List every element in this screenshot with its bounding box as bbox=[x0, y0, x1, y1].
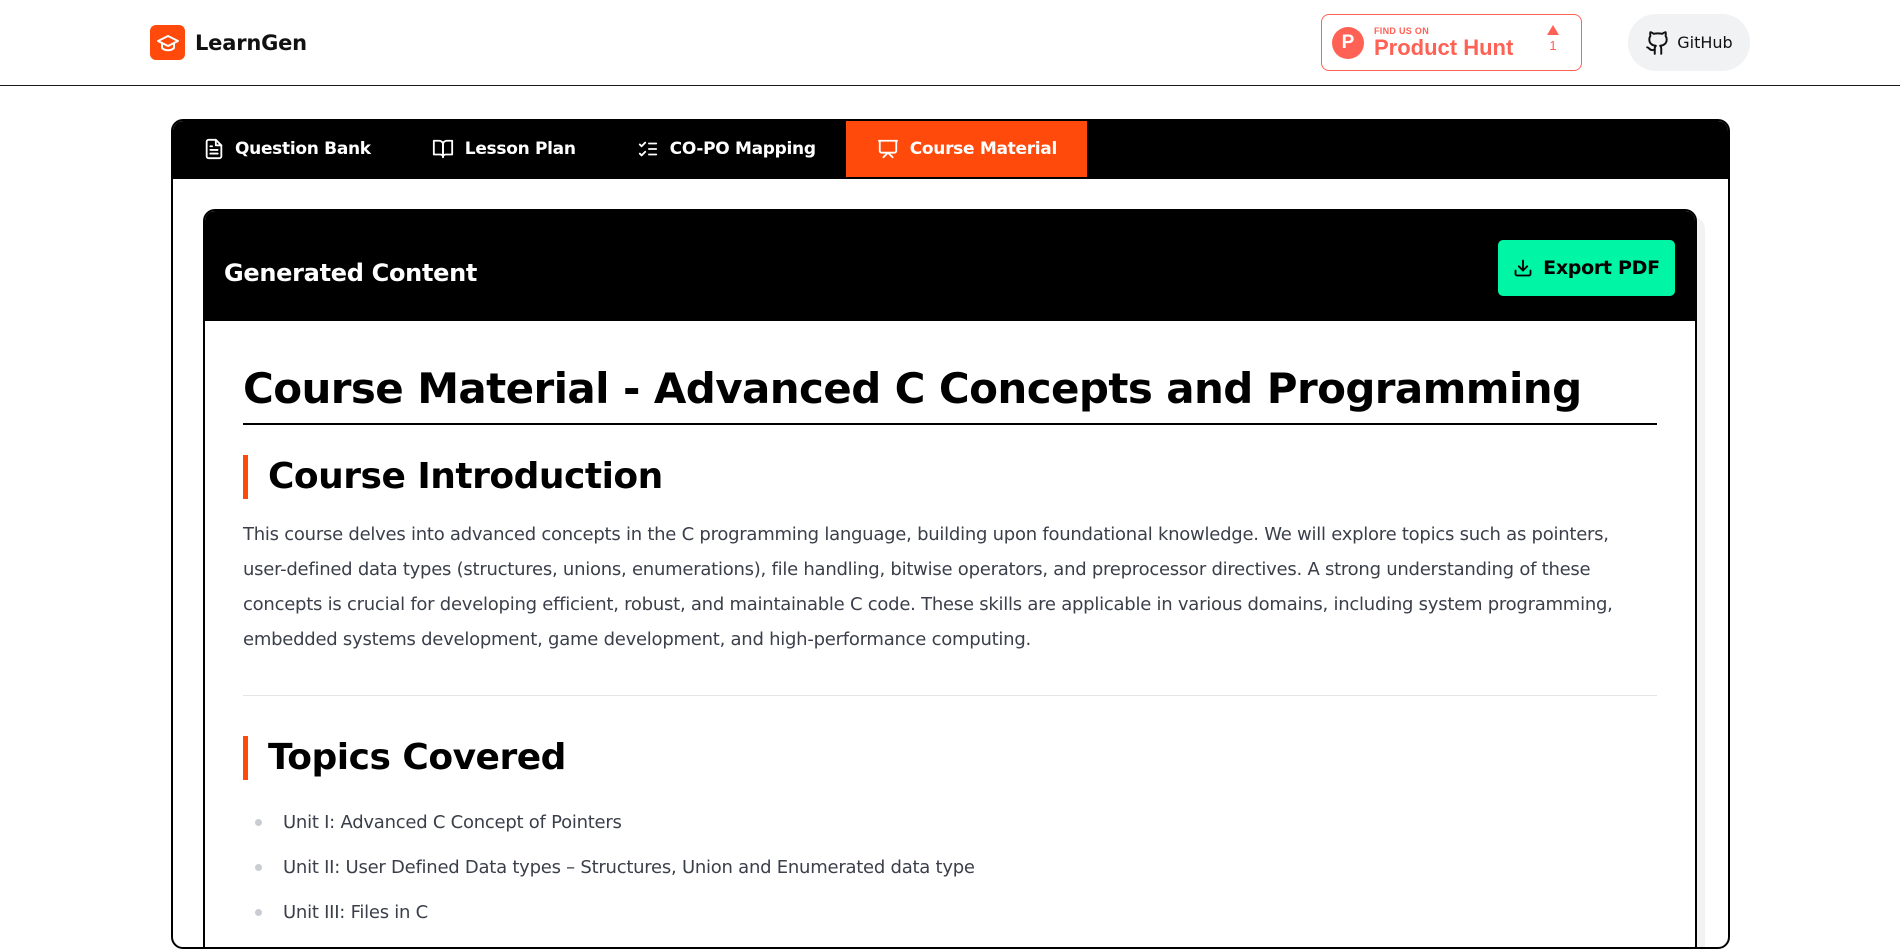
github-button[interactable]: GitHub bbox=[1628, 14, 1750, 71]
brand-logo-link[interactable]: LearnGen bbox=[150, 25, 307, 60]
tab-lesson-plan[interactable]: Lesson Plan bbox=[401, 121, 606, 177]
tab-course-material[interactable]: Course Material bbox=[845, 121, 1087, 177]
tab-co-po-mapping[interactable]: CO-PO Mapping bbox=[606, 121, 846, 177]
producthunt-logo-icon: P bbox=[1332, 26, 1364, 59]
producthunt-upvote: 1 bbox=[1547, 25, 1559, 53]
section-divider bbox=[243, 695, 1657, 696]
download-icon bbox=[1514, 259, 1532, 277]
section-heading-topics: Topics Covered bbox=[243, 736, 1657, 780]
producthunt-find-us-label: FIND US ON bbox=[1374, 25, 1430, 36]
brand-name: LearnGen bbox=[195, 30, 307, 55]
list-item: Unit I: Advanced C Concept of Pointers bbox=[243, 800, 1657, 845]
tab-question-bank[interactable]: Question Bank bbox=[173, 121, 401, 177]
introduction-paragraph: This course delves into advanced concept… bbox=[243, 524, 1613, 650]
github-label: GitHub bbox=[1677, 33, 1733, 52]
producthunt-badge[interactable]: P FIND US ON Product Hunt 1 bbox=[1321, 14, 1582, 71]
tab-label: Course Material bbox=[909, 139, 1058, 159]
section-heading-introduction: Course Introduction bbox=[243, 455, 1657, 499]
topics-list: Unit I: Advanced C Concept of Pointers U… bbox=[243, 800, 1657, 935]
checklist-icon bbox=[638, 141, 657, 157]
panel-header: Generated Content Export PDF bbox=[205, 211, 1695, 321]
upvote-arrow-icon bbox=[1547, 25, 1559, 35]
tab-label: Lesson Plan bbox=[464, 139, 576, 159]
github-icon bbox=[1646, 30, 1668, 55]
graduation-cap-icon bbox=[150, 25, 185, 60]
document-icon bbox=[205, 138, 223, 160]
panel-title: Generated Content bbox=[224, 259, 478, 287]
top-navbar: LearnGen P FIND US ON Product Hunt 1 Git… bbox=[0, 0, 1900, 86]
producthunt-vote-count: 1 bbox=[1549, 38, 1557, 53]
tab-bar: Question Bank Lesson Plan CO-PO Mapping bbox=[173, 121, 1728, 179]
main-card: Question Bank Lesson Plan CO-PO Mapping bbox=[171, 119, 1730, 949]
document-title: Course Material - Advanced C Concepts an… bbox=[243, 361, 1657, 425]
list-item: Unit II: User Defined Data types – Struc… bbox=[243, 845, 1657, 890]
presentation-icon bbox=[877, 139, 898, 159]
document-content: Course Material - Advanced C Concepts an… bbox=[243, 361, 1657, 935]
tab-label: CO-PO Mapping bbox=[669, 139, 816, 159]
export-pdf-button[interactable]: Export PDF bbox=[1498, 240, 1675, 296]
export-pdf-label: Export PDF bbox=[1543, 257, 1660, 279]
tab-label: Question Bank bbox=[235, 139, 371, 159]
producthunt-name: Product Hunt bbox=[1374, 34, 1514, 60]
list-item: Unit III: Files in C bbox=[243, 890, 1657, 935]
generated-content-panel: Generated Content Export PDF Course Mate… bbox=[203, 209, 1697, 947]
book-open-icon bbox=[432, 139, 453, 159]
